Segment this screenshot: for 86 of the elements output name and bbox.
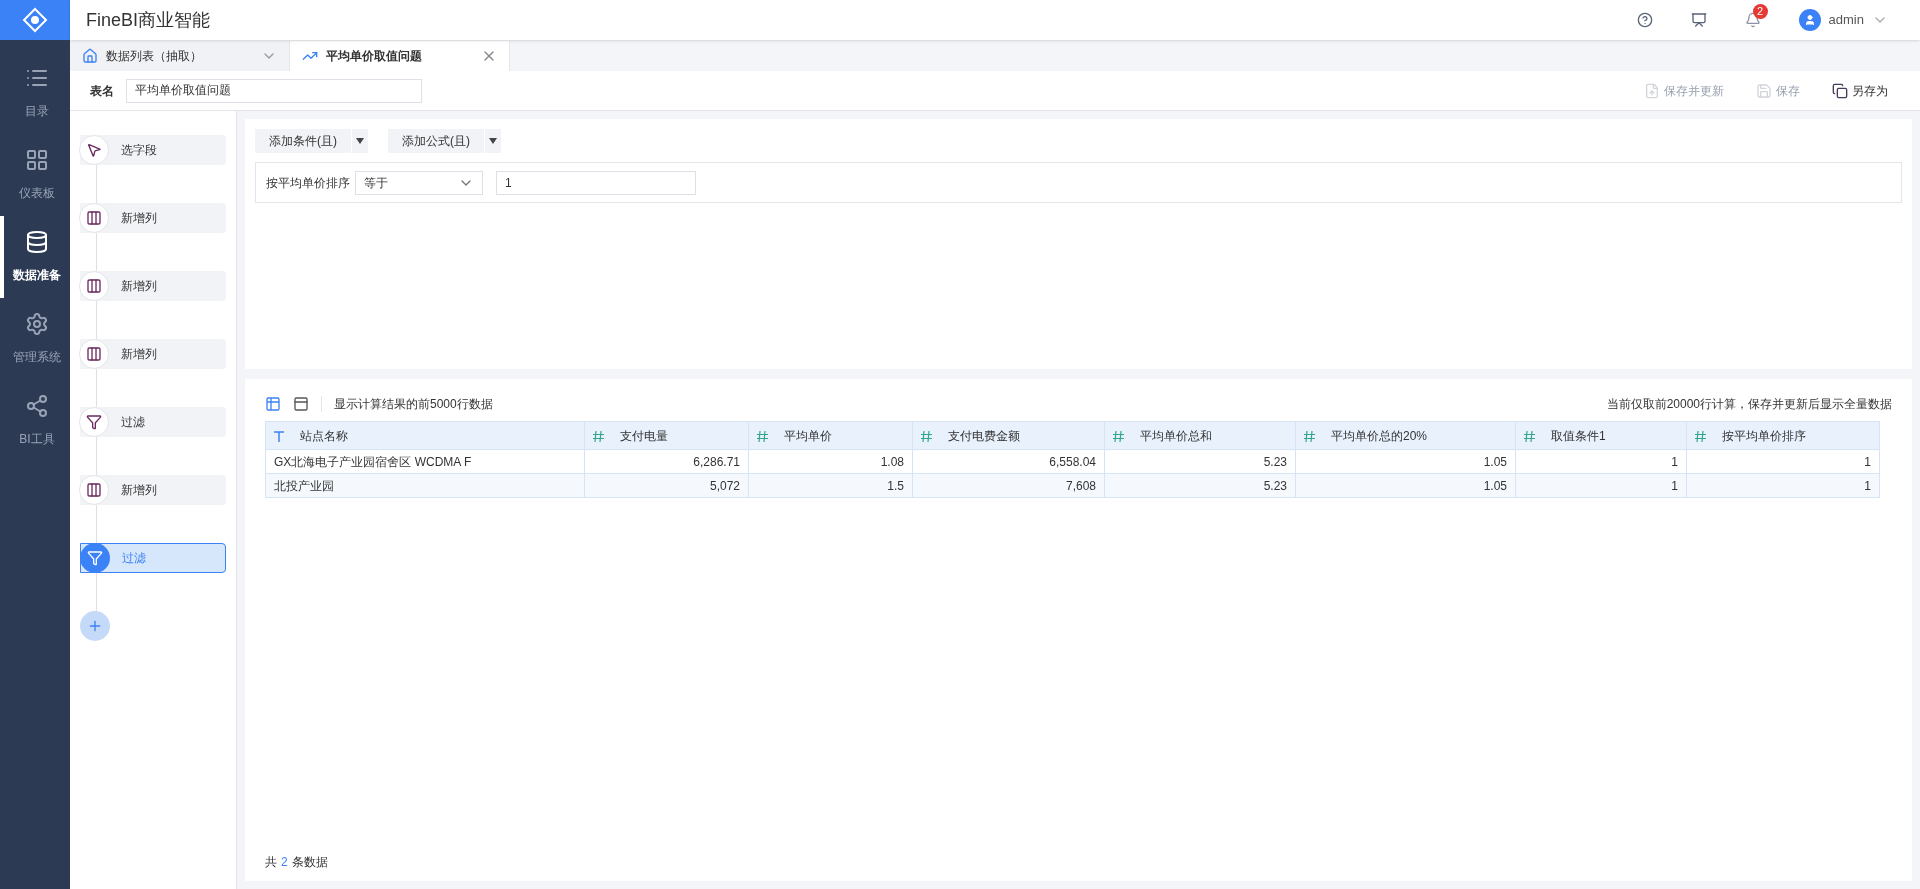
save-update-icon — [1644, 82, 1660, 99]
column-header[interactable]: 支付电量 — [584, 421, 749, 450]
step-item[interactable]: 新增列 — [80, 475, 226, 505]
save-icon — [1756, 82, 1772, 99]
table-cell: GX北海电子产业园宿舍区 WCDMA F — [265, 449, 585, 474]
table-cell: 1.05 — [1295, 449, 1516, 474]
presentation-icon[interactable] — [1690, 12, 1707, 28]
table-cell: 1.5 — [748, 473, 913, 498]
columns-icon — [86, 482, 102, 498]
column-header[interactable]: 平均单价总和 — [1104, 421, 1296, 450]
columns-icon — [86, 346, 102, 362]
columns-icon — [86, 278, 102, 294]
database-icon — [25, 230, 49, 254]
number-type-icon — [593, 430, 604, 442]
filter-icon — [87, 550, 103, 566]
caret-icon — [356, 138, 364, 144]
operator-select[interactable]: 等于 — [355, 170, 483, 195]
table-cell: 5,072 — [584, 473, 749, 498]
tab[interactable]: 平均单价取值问题 — [290, 41, 510, 71]
table-cell: 1 — [1515, 473, 1687, 498]
network-icon — [25, 394, 49, 418]
footer-text: 共 — [265, 854, 277, 871]
table-cell: 6,558.04 — [912, 449, 1105, 474]
table-cell: 5.23 — [1104, 473, 1296, 498]
user-menu[interactable]: admin — [1798, 9, 1888, 31]
app-title: FineBI商业智能 — [86, 8, 211, 32]
step-item[interactable]: 新增列 — [80, 271, 226, 301]
footer-text: 条数据 — [291, 854, 328, 871]
add-button[interactable]: 添加条件(且) — [255, 129, 351, 153]
row-count: 2 — [281, 854, 288, 871]
table-cell: 1 — [1686, 449, 1880, 474]
table-view-icon[interactable] — [265, 396, 281, 412]
add-button[interactable]: 添加公式(且) — [388, 129, 484, 153]
filter-icon — [86, 414, 102, 430]
layout-icon[interactable] — [293, 396, 309, 412]
tab[interactable]: 数据列表（抽取） — [70, 41, 290, 71]
table-cell: 1.08 — [748, 449, 913, 474]
column-header[interactable]: 平均单价总的20% — [1295, 421, 1516, 450]
column-header[interactable]: 支付电费金额 — [912, 421, 1105, 450]
step-item[interactable]: 过滤 — [80, 407, 226, 437]
limit-note: 当前仅取前20000行计算，保存并更新后显示全量数据 — [1606, 396, 1892, 413]
table-cell: 5.23 — [1104, 449, 1296, 474]
grid-icon — [25, 148, 49, 172]
plus-icon — [87, 618, 103, 634]
field-select-icon — [86, 142, 102, 158]
number-type-icon — [921, 430, 932, 442]
step-item[interactable]: 新增列 — [80, 339, 226, 369]
caret-icon — [489, 138, 497, 144]
nav-item[interactable]: BI工具 — [0, 380, 70, 462]
value-field[interactable]: 1 — [496, 170, 696, 195]
table-cell: 北投产业园 — [265, 473, 585, 498]
table-cell: 1 — [1686, 473, 1880, 498]
preview-note: 显示计算结果的前5000行数据 — [334, 396, 493, 413]
nav-item[interactable]: 目录 — [0, 52, 70, 134]
field-label: 表名 — [90, 82, 114, 100]
column-header[interactable]: 取值条件1 — [1515, 421, 1687, 450]
number-type-icon — [1304, 430, 1315, 442]
settings-icon — [25, 312, 49, 336]
home-icon — [82, 48, 98, 64]
table-name-field[interactable]: 平均单价取值问题 — [126, 78, 422, 103]
notification-badge: 2 — [1752, 4, 1768, 19]
text-type-icon — [274, 430, 284, 442]
table-cell: 1 — [1515, 449, 1687, 474]
column-header[interactable]: 平均单价 — [748, 421, 913, 450]
condition-field: 按平均单价排序 — [266, 173, 350, 192]
step-item[interactable]: 选字段 — [80, 135, 226, 165]
toolbar-button[interactable]: 另存为 — [1832, 81, 1888, 100]
nav-item[interactable]: 管理系统 — [0, 298, 70, 380]
dropdown-button[interactable] — [485, 129, 501, 153]
step-item[interactable]: 新增列 — [80, 203, 226, 233]
number-type-icon — [1695, 430, 1706, 442]
columns-icon — [86, 210, 102, 226]
table-cell: 7,608 — [912, 473, 1105, 498]
number-type-icon — [1113, 430, 1124, 442]
table-cell: 6,286.71 — [584, 449, 749, 474]
add-step-button[interactable] — [80, 611, 110, 641]
dropdown-button[interactable] — [352, 129, 368, 153]
help-icon[interactable] — [1636, 12, 1653, 28]
nav-item[interactable]: 仪表板 — [0, 134, 70, 216]
column-header[interactable]: 按平均单价排序 — [1686, 421, 1880, 450]
avatar — [1798, 9, 1821, 31]
table-cell: 1.05 — [1295, 473, 1516, 498]
column-header[interactable]: 站点名称 — [265, 421, 585, 450]
number-type-icon — [757, 430, 768, 442]
number-type-icon — [1524, 430, 1535, 442]
save-as-icon — [1832, 82, 1848, 99]
